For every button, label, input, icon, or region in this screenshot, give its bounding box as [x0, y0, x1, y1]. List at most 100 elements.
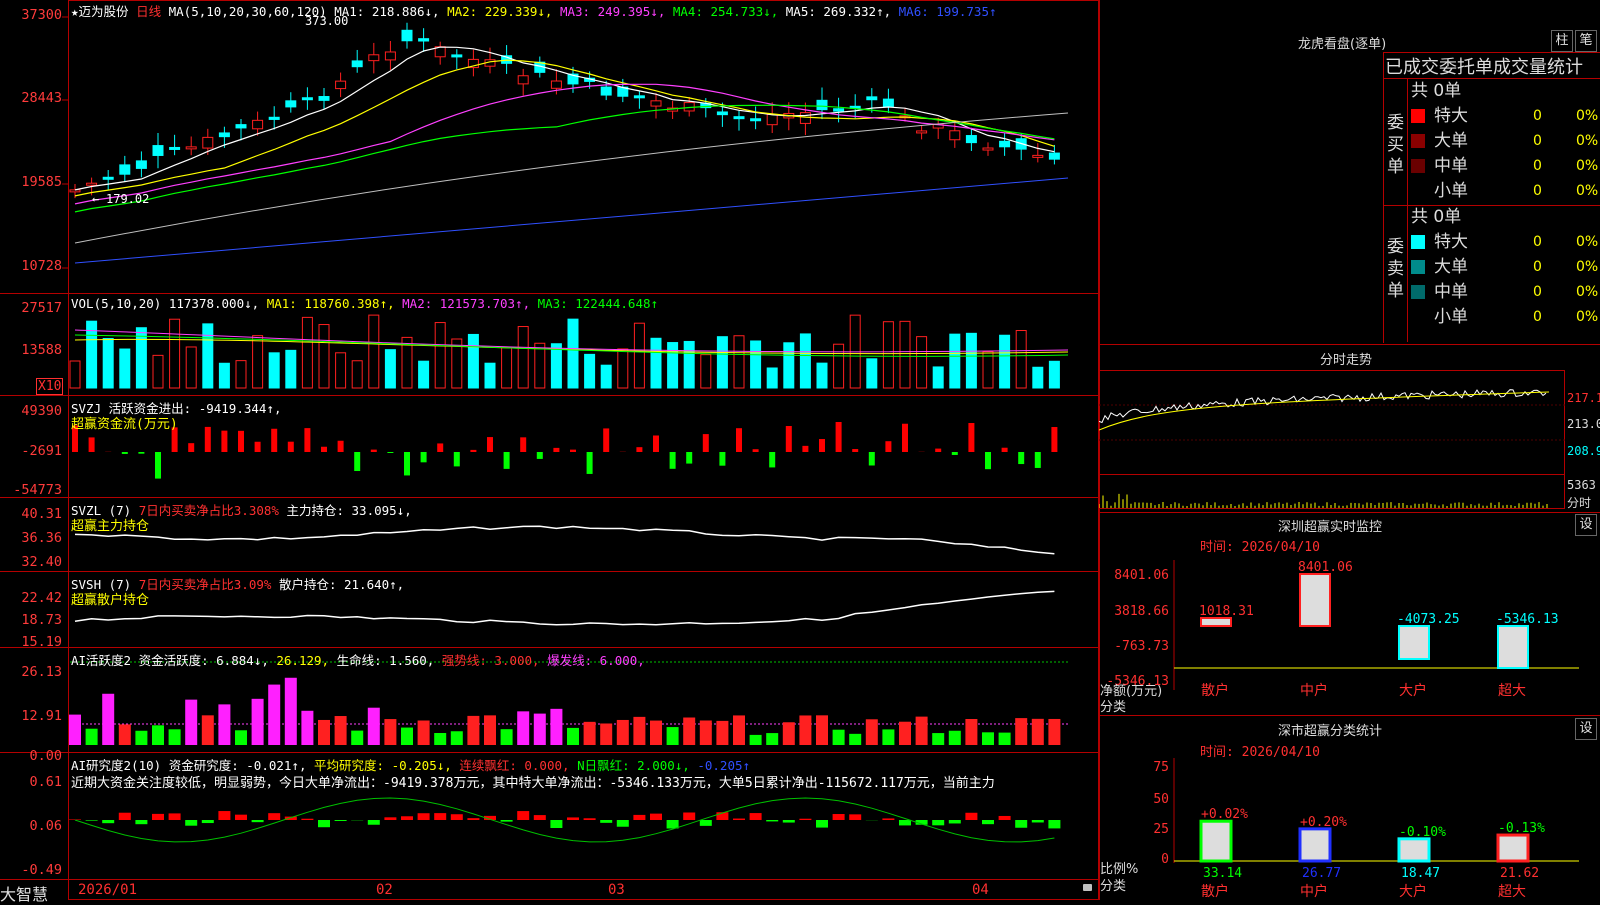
ma6-value: MA6: 199.735↑ — [899, 4, 997, 19]
szcls-settings-button[interactable]: 设 — [1575, 718, 1597, 740]
flow-bar — [205, 427, 211, 452]
buy-total: 共 0单 — [1411, 79, 1461, 103]
flow-bar — [836, 422, 842, 452]
activity-bar — [467, 716, 479, 745]
row-count: 0 — [1533, 280, 1542, 304]
vol-ma2: MA2: 121573.703↑, — [402, 296, 530, 311]
activity-bar — [368, 708, 380, 745]
fenshi-ytick: 213.0 — [1567, 417, 1600, 431]
volume-bar — [883, 322, 893, 388]
volume-bar — [551, 344, 561, 388]
szmon-bar-value: 1018.31 — [1199, 604, 1254, 619]
candle — [867, 97, 877, 100]
vol-value: 117378.000↓, — [169, 296, 259, 311]
research-bar — [318, 820, 330, 827]
research-bar — [152, 814, 164, 820]
candle — [352, 61, 362, 67]
candle — [717, 112, 727, 115]
activity-bar — [750, 735, 762, 745]
flow-bar — [703, 434, 709, 452]
flow-bar — [338, 441, 344, 452]
activity-bar — [501, 729, 513, 745]
star-icon[interactable]: ★ — [71, 4, 79, 19]
flow-bar — [587, 452, 593, 474]
ma4-value: MA4: 254.733↓, — [673, 4, 778, 19]
flow-bar — [271, 429, 277, 452]
flow-bar — [553, 448, 559, 452]
lhb-title: 龙虎看盘(逐单) — [1298, 33, 1386, 52]
candle — [186, 147, 196, 149]
volume-bar — [800, 334, 810, 388]
szmon-bar — [1201, 618, 1231, 626]
kline-chart[interactable] — [70, 23, 1068, 263]
intraday-chart[interactable] — [1099, 370, 1600, 510]
volume-bar — [535, 343, 545, 388]
activity-bar — [1032, 719, 1044, 745]
row-pct: 0% — [1576, 255, 1598, 279]
activity-bar — [384, 719, 396, 745]
flow-bar — [520, 437, 526, 452]
row-name: 中单 — [1434, 280, 1468, 304]
volume-bar — [950, 334, 960, 388]
ai1-title: AI活跃度2 — [71, 653, 131, 668]
research-bar — [667, 820, 679, 829]
szcls-category: 中户 — [1300, 883, 1328, 900]
volume-bar — [668, 343, 678, 388]
activity-bar — [401, 728, 413, 745]
volume-bar — [485, 363, 495, 388]
row-count: 0 — [1533, 179, 1542, 203]
szcls-bar-pct: -0.10% — [1399, 825, 1446, 840]
research-bar — [982, 820, 994, 824]
szmon-ytick: -763.73 — [1114, 639, 1169, 654]
row-name: 特大 — [1434, 104, 1468, 128]
research-bar — [102, 820, 114, 823]
activity-bar — [633, 717, 645, 745]
candle — [136, 161, 146, 169]
activity-bar — [899, 722, 911, 745]
ai1-ytick: 26.13 — [0, 664, 62, 680]
research-bar — [633, 815, 645, 820]
szcls-ytick: 25 — [1153, 822, 1169, 837]
candle — [153, 146, 163, 156]
activity-bar — [667, 727, 679, 745]
szcls-title: 深市超赢分类统计 — [1278, 720, 1382, 739]
period-label[interactable]: 日线 — [136, 4, 161, 19]
sell-orders-label: 委卖单 — [1387, 236, 1405, 302]
arrow-left-icon: ← — [92, 192, 99, 206]
activity-bar — [1048, 719, 1060, 745]
bar-mode-button[interactable]: 柱 — [1551, 30, 1573, 52]
lock-icon[interactable] — [1083, 884, 1092, 891]
szcls-ytick: 0 — [1161, 852, 1169, 867]
tick-mode-button[interactable]: 笔 — [1575, 30, 1597, 52]
volume-bar — [103, 338, 113, 388]
szcls-bar-value: 21.62 — [1500, 866, 1539, 881]
szmon-settings-button[interactable]: 设 — [1575, 514, 1597, 536]
research-bar — [849, 814, 861, 820]
candle — [950, 131, 960, 140]
ai2-ytick: 0.06 — [0, 818, 62, 834]
volume-bar — [966, 333, 976, 388]
row-pct: 0% — [1576, 230, 1598, 254]
flow-bar — [122, 452, 128, 454]
svzl-sub: 超赢主力持仓 — [71, 515, 149, 534]
candle — [269, 117, 279, 119]
flow-bar — [1018, 452, 1024, 464]
research-bar — [600, 820, 612, 823]
ai-activity-chart — [69, 662, 1068, 745]
ma6-line — [75, 178, 1068, 263]
stock-name[interactable]: 迈为股份 — [79, 4, 129, 19]
flow-bar — [570, 450, 576, 452]
candle — [1000, 141, 1010, 146]
szmon-ytick: 8401.06 — [1114, 568, 1169, 583]
flow-bar — [952, 452, 958, 455]
activity-bar — [451, 731, 463, 745]
szcls-bar — [1498, 835, 1528, 861]
flow-bar — [387, 452, 393, 453]
activity-bar — [119, 724, 131, 745]
ai1-v2: 26.129, — [276, 653, 329, 668]
row-count: 0 — [1533, 305, 1542, 329]
research-bar — [1032, 820, 1044, 822]
volume-bar — [120, 349, 130, 388]
flow-bar — [802, 446, 808, 452]
candle — [767, 114, 777, 124]
